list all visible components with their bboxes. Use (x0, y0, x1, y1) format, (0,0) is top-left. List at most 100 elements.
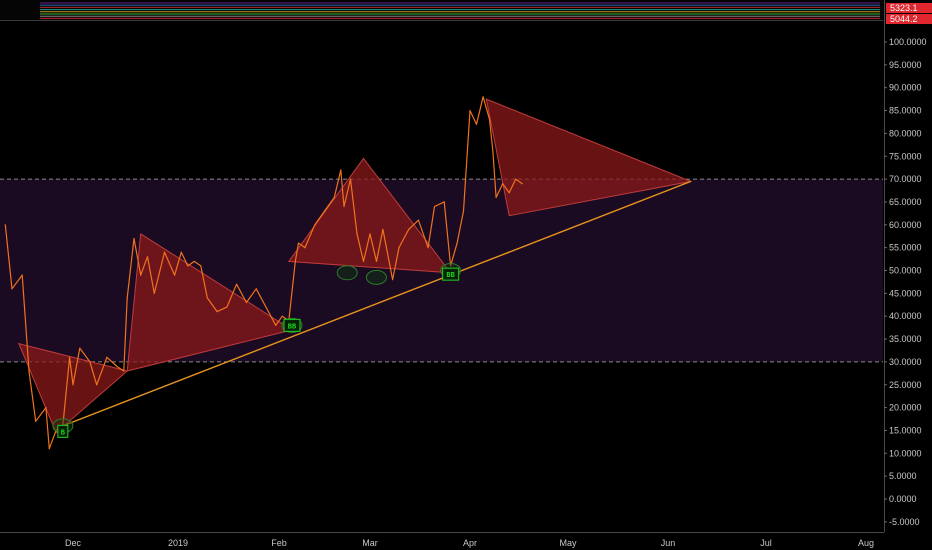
series-point (443, 201, 445, 203)
series-point (340, 169, 342, 171)
chart: B BB BB 100.0000 95.0000 90.0000 85.0000 80.00… (0, 0, 932, 550)
series-point (495, 196, 497, 198)
series-point (187, 265, 189, 267)
series-point (216, 311, 218, 313)
series-point (11, 288, 13, 290)
series-point (89, 361, 91, 363)
y-tick-label: 60.0000 (889, 220, 922, 230)
price-badge-label-2: 5044.2 (890, 14, 918, 24)
series-point (398, 247, 400, 249)
series-point (462, 210, 465, 212)
series-point (356, 233, 358, 235)
series-point (174, 274, 176, 276)
series-point (369, 233, 371, 235)
x-tick-label: Dec (65, 538, 82, 548)
buy-signal-label-2: BB (288, 322, 296, 330)
series-point (392, 279, 394, 281)
y-tick-label: 30.0000 (889, 357, 922, 367)
series-point (146, 256, 149, 258)
series-point (482, 96, 484, 98)
x-tick-label: Feb (271, 538, 287, 548)
y-tick-label: 10.0000 (889, 448, 922, 458)
series-point (140, 274, 142, 276)
series-point (362, 260, 365, 262)
series-point (255, 288, 257, 290)
y-tick-label: 85.0000 (889, 106, 922, 116)
series-point (133, 237, 135, 240)
y-tick-label: 25.0000 (889, 380, 922, 390)
series-point (323, 210, 326, 212)
series-point (502, 183, 504, 185)
series-point (106, 356, 108, 358)
y-tick-label: 70.0000 (889, 174, 922, 184)
y-tick-label: 20.0000 (889, 403, 922, 413)
signal-circle-3 (336, 265, 358, 281)
y-tick-label: 75.0000 (889, 151, 922, 161)
series-point (427, 247, 429, 249)
y-tick-label: 15.0000 (889, 425, 922, 435)
series-point (508, 192, 510, 194)
series-point (116, 365, 118, 368)
series-point (236, 283, 238, 285)
buy-signal-label-3: BB (446, 271, 454, 279)
x-tick-label: Jun (661, 538, 676, 548)
price-badge-label-1: 5323.1 (890, 3, 918, 13)
series-point (126, 297, 128, 299)
series-point (469, 110, 471, 112)
series-point (45, 407, 47, 409)
series-point (456, 242, 458, 244)
series-point (314, 224, 316, 226)
series-point (193, 260, 195, 262)
x-tick-label: Jul (760, 538, 772, 548)
y-tick-label: 35.0000 (889, 334, 922, 344)
buy-signal-label-1: B (61, 428, 65, 436)
series-point (35, 420, 37, 422)
y-tick-label: 0.0000 (889, 494, 917, 504)
y-tick-label: 50.0000 (889, 266, 922, 276)
series-point (180, 251, 182, 253)
series-point (153, 292, 155, 294)
series-point (489, 119, 491, 121)
series-point (206, 297, 208, 299)
series-point (21, 274, 23, 276)
chart-svg: BBBBB 100.000095.000090.000085.000080.00… (0, 0, 932, 550)
series-point (4, 224, 6, 226)
series-point (294, 260, 296, 262)
y-tick-label: -5.0000 (889, 517, 920, 527)
series-point (163, 251, 166, 253)
series-point (417, 219, 419, 221)
y-tick-label: 40.0000 (889, 311, 922, 321)
x-tick-label: Mar (362, 538, 378, 548)
series-point (28, 370, 30, 372)
y-tick-label: 45.0000 (889, 288, 922, 298)
y-tick-label: 100.0000 (889, 37, 927, 47)
series-point (349, 178, 352, 180)
x-tick-label: May (559, 538, 577, 548)
y-tick-label: 80.0000 (889, 128, 922, 138)
y-tick-label: 95.0000 (889, 60, 922, 70)
series-point (226, 306, 228, 308)
series-point (475, 123, 478, 125)
series-point (297, 242, 300, 244)
series-point (96, 384, 98, 386)
series-point (265, 306, 267, 308)
series-point (281, 315, 283, 317)
series-point (521, 183, 523, 185)
series-point (408, 228, 410, 230)
series-point (79, 347, 81, 349)
y-tick-label: 5.0000 (889, 471, 917, 481)
series-point (275, 324, 277, 326)
x-tick-label: Apr (463, 538, 477, 548)
series-point (200, 265, 202, 267)
series-point (245, 301, 247, 304)
series-point (375, 260, 378, 262)
series-point (492, 151, 494, 153)
y-tick-label: 90.0000 (889, 83, 922, 93)
series-point (515, 178, 517, 180)
series-point (343, 205, 345, 208)
series-point (382, 228, 384, 230)
y-tick-label: 55.0000 (889, 243, 922, 253)
x-tick-label: Aug (858, 538, 874, 548)
series-point (304, 247, 306, 249)
series-point (433, 205, 436, 208)
